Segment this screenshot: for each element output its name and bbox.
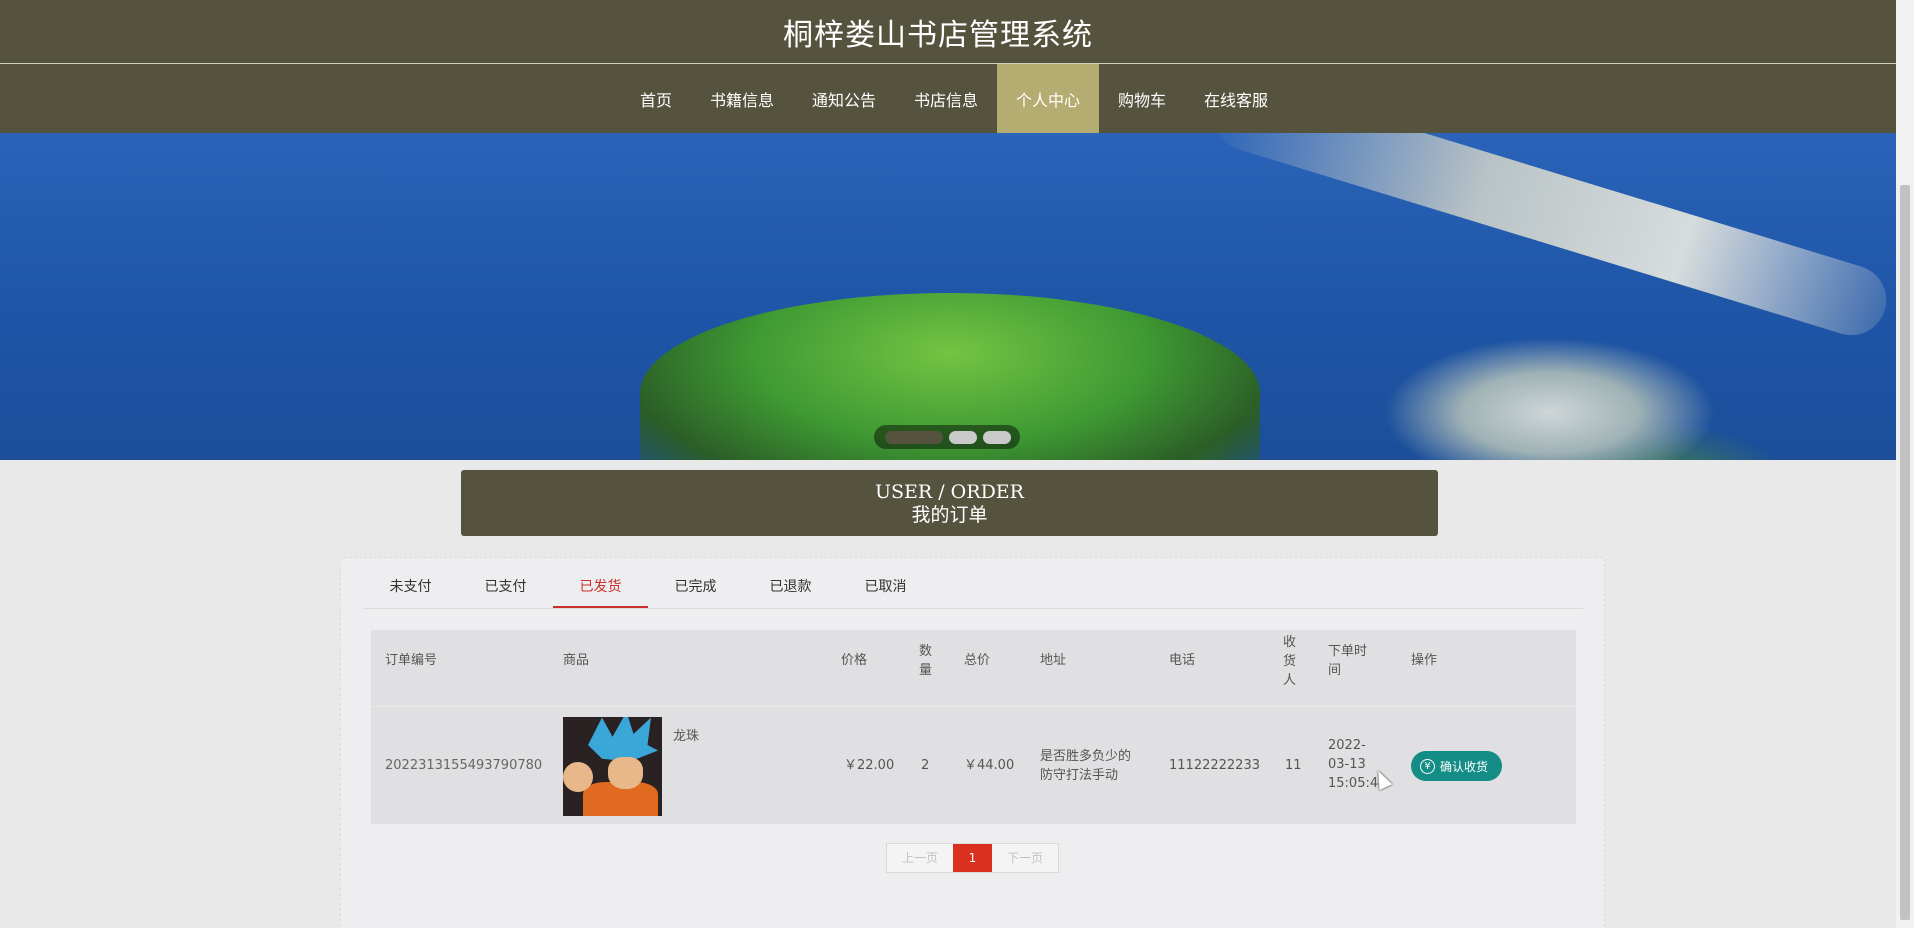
cell-receiver: 11: [1285, 758, 1302, 773]
tab-unpaid[interactable]: 未支付: [363, 566, 458, 608]
carousel-dot-2[interactable]: [949, 430, 977, 444]
page-number-current[interactable]: 1: [953, 844, 992, 872]
col-header-action: 操作: [1411, 653, 1438, 668]
scrollbar-thumb[interactable]: [1900, 185, 1910, 920]
col-header-receiver: 收货人: [1283, 635, 1297, 688]
cell-address: 是否胜多负少的防守打法手动: [1040, 749, 1132, 783]
col-header-product: 商品: [563, 653, 590, 668]
row-divider: [371, 706, 1576, 707]
confirm-receipt-label: 确认收货: [1440, 759, 1489, 774]
nav-item-books[interactable]: 书籍信息: [691, 64, 793, 133]
banner-image-village: [1205, 133, 1895, 344]
col-header-address: 地址: [1040, 653, 1067, 668]
carousel-dot-3[interactable]: [983, 430, 1011, 444]
nav-item-notices[interactable]: 通知公告: [793, 64, 895, 133]
tab-paid[interactable]: 已支付: [458, 566, 553, 608]
nav-item-home[interactable]: 首页: [621, 64, 691, 133]
col-header-phone: 电话: [1169, 653, 1196, 668]
site-header: 桐梓娄山书店管理系统: [0, 0, 1896, 64]
nav-item-personal-center[interactable]: 个人中心: [997, 64, 1100, 133]
nav-item-store-info[interactable]: 书店信息: [895, 64, 997, 133]
tab-refunded[interactable]: 已退款: [743, 566, 838, 608]
main-nav: 首页 书籍信息 通知公告 书店信息 个人中心 购物车 在线客服: [0, 64, 1896, 133]
vertical-scrollbar[interactable]: [1896, 0, 1914, 928]
prev-page-button[interactable]: 上一页: [887, 844, 953, 872]
section-title-en: USER / ORDER: [875, 481, 1024, 503]
thumbnail-part-fist: [563, 762, 593, 792]
next-page-button[interactable]: 下一页: [992, 844, 1058, 872]
col-header-order-no: 订单编号: [385, 653, 438, 668]
carousel-dot-1[interactable]: [885, 430, 943, 444]
section-title-cn: 我的订单: [911, 504, 988, 526]
yen-icon: ¥: [1420, 758, 1435, 774]
cell-phone: 11122222233: [1169, 758, 1260, 773]
cell-product-name[interactable]: 龙珠: [673, 727, 699, 746]
pagination: 上一页 1 下一页: [886, 843, 1059, 873]
col-header-qty: 数量: [919, 644, 933, 678]
carousel-indicators: [874, 425, 1020, 449]
product-thumbnail[interactable]: [563, 717, 662, 816]
thumbnail-part-face: [608, 757, 643, 789]
banner-carousel: [0, 133, 1896, 460]
site-title: 桐梓娄山书店管理系统: [783, 17, 1093, 53]
order-panel: 未支付 已支付 已发货 已完成 已退款 已取消 订单编号 商品 价格 数量 总价…: [340, 557, 1605, 928]
cell-total: ￥44.00: [964, 758, 1015, 773]
col-header-price: 价格: [841, 653, 868, 668]
cell-order-time: 2022-03-13 15:05:44: [1328, 738, 1387, 791]
section-title: USER / ORDER 我的订单: [461, 470, 1438, 536]
nav-item-online-service[interactable]: 在线客服: [1185, 64, 1287, 133]
tab-shipped[interactable]: 已发货: [553, 566, 648, 608]
col-header-total: 总价: [964, 653, 991, 668]
tab-completed[interactable]: 已完成: [648, 566, 743, 608]
cell-order-no: 2022313155493790780: [385, 758, 543, 773]
tab-cancelled[interactable]: 已取消: [838, 566, 933, 608]
nav-item-cart[interactable]: 购物车: [1099, 64, 1185, 133]
confirm-receipt-button[interactable]: ¥ 确认收货: [1411, 751, 1502, 781]
order-status-tabs: 未支付 已支付 已发货 已完成 已退款 已取消: [363, 566, 1583, 609]
cell-price: ￥22.00: [844, 758, 895, 773]
order-table: 订单编号 商品 价格 数量 总价 地址 电话 收货人 下单时间 操作 20223…: [371, 630, 1576, 824]
col-header-order-time: 下单时间: [1328, 644, 1368, 678]
cell-qty: 2: [921, 758, 930, 773]
